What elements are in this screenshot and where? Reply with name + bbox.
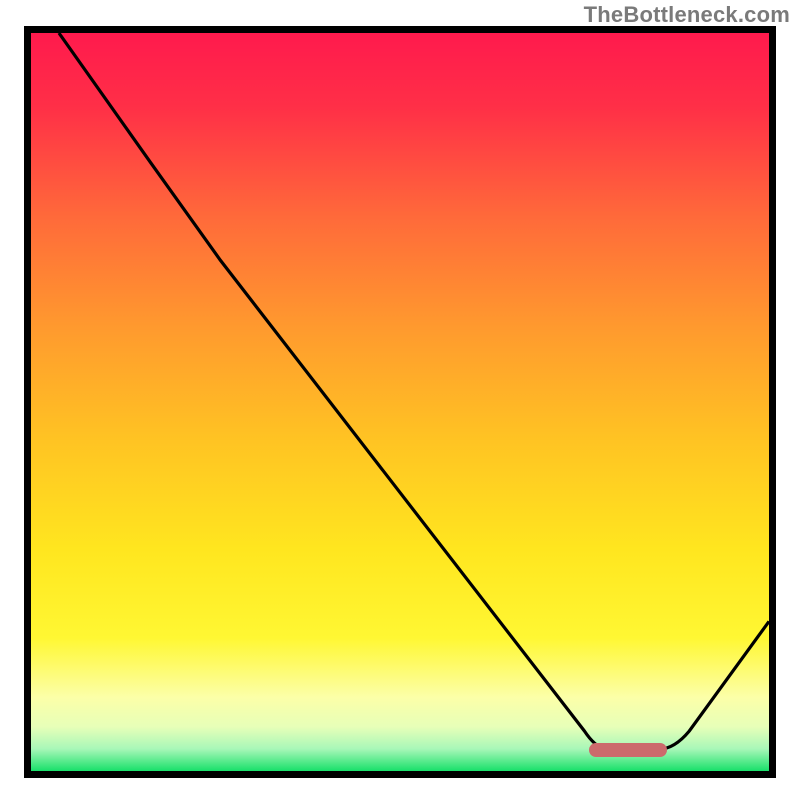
chart-container: TheBottleneck.com [0, 0, 800, 800]
watermark-text: TheBottleneck.com [584, 2, 790, 28]
plot-frame [24, 26, 776, 778]
optimal-marker [589, 743, 667, 757]
bottleneck-curve-path [59, 33, 769, 749]
curve-line [31, 33, 769, 771]
